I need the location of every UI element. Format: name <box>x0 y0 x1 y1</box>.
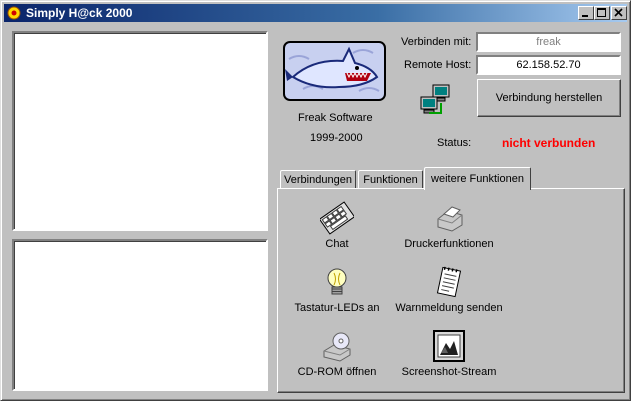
copyright-years: 1999-2000 <box>310 132 363 144</box>
status-label: Status: <box>437 137 472 149</box>
output-panel-top[interactable] <box>12 31 268 231</box>
picture-icon <box>433 330 465 362</box>
network-computers-icon <box>420 84 450 114</box>
function-label: Screenshot-Stream <box>401 366 497 378</box>
remote-host-field[interactable]: 62.158.52.70 <box>476 55 621 75</box>
remote-host-label: Remote Host: <box>404 59 472 71</box>
function-label: Druckerfunktionen <box>404 238 494 250</box>
maximize-icon <box>597 8 606 17</box>
connect-button[interactable]: Verbindung herstellen <box>477 79 621 117</box>
printer-icon <box>437 206 463 232</box>
cdrom-icon <box>323 332 351 362</box>
status-value: nicht verbunden <box>502 136 596 150</box>
function-label: Warnmeldung senden <box>395 302 503 314</box>
screenshot-stream-function[interactable]: Screenshot-Stream <box>379 329 519 378</box>
minimize-icon <box>582 15 588 17</box>
keyboard-icon <box>320 201 354 235</box>
notepad-icon <box>436 266 462 298</box>
close-icon <box>614 8 623 17</box>
tab-panel-weitere-funktionen: Chat Druckerfunktionen Tastatur-LEDs an <box>277 188 625 393</box>
minimize-button[interactable] <box>578 6 594 20</box>
shark-logo <box>283 41 386 101</box>
printer-function[interactable]: Druckerfunktionen <box>379 201 519 250</box>
tab-funktionen[interactable]: Funktionen <box>358 170 423 190</box>
main-window: Simply H@ck 2000 Freak Software 1999-200… <box>0 0 631 401</box>
company-name: Freak Software <box>298 112 373 124</box>
tab-weitere-funktionen[interactable]: weitere Funktionen <box>424 167 531 190</box>
tab-verbindungen[interactable]: Verbindungen <box>280 170 356 190</box>
output-panel-bottom[interactable] <box>12 239 268 391</box>
close-button[interactable] <box>611 6 627 20</box>
app-icon <box>7 6 21 20</box>
lightbulb-icon <box>327 268 347 295</box>
connect-with-field[interactable]: freak <box>476 32 621 52</box>
title-bar[interactable]: Simply H@ck 2000 <box>4 4 627 22</box>
window-title: Simply H@ck 2000 <box>26 6 133 20</box>
maximize-button[interactable] <box>594 6 610 20</box>
connect-with-label: Verbinden mit: <box>401 36 472 48</box>
send-warning-function[interactable]: Warnmeldung senden <box>379 265 519 314</box>
